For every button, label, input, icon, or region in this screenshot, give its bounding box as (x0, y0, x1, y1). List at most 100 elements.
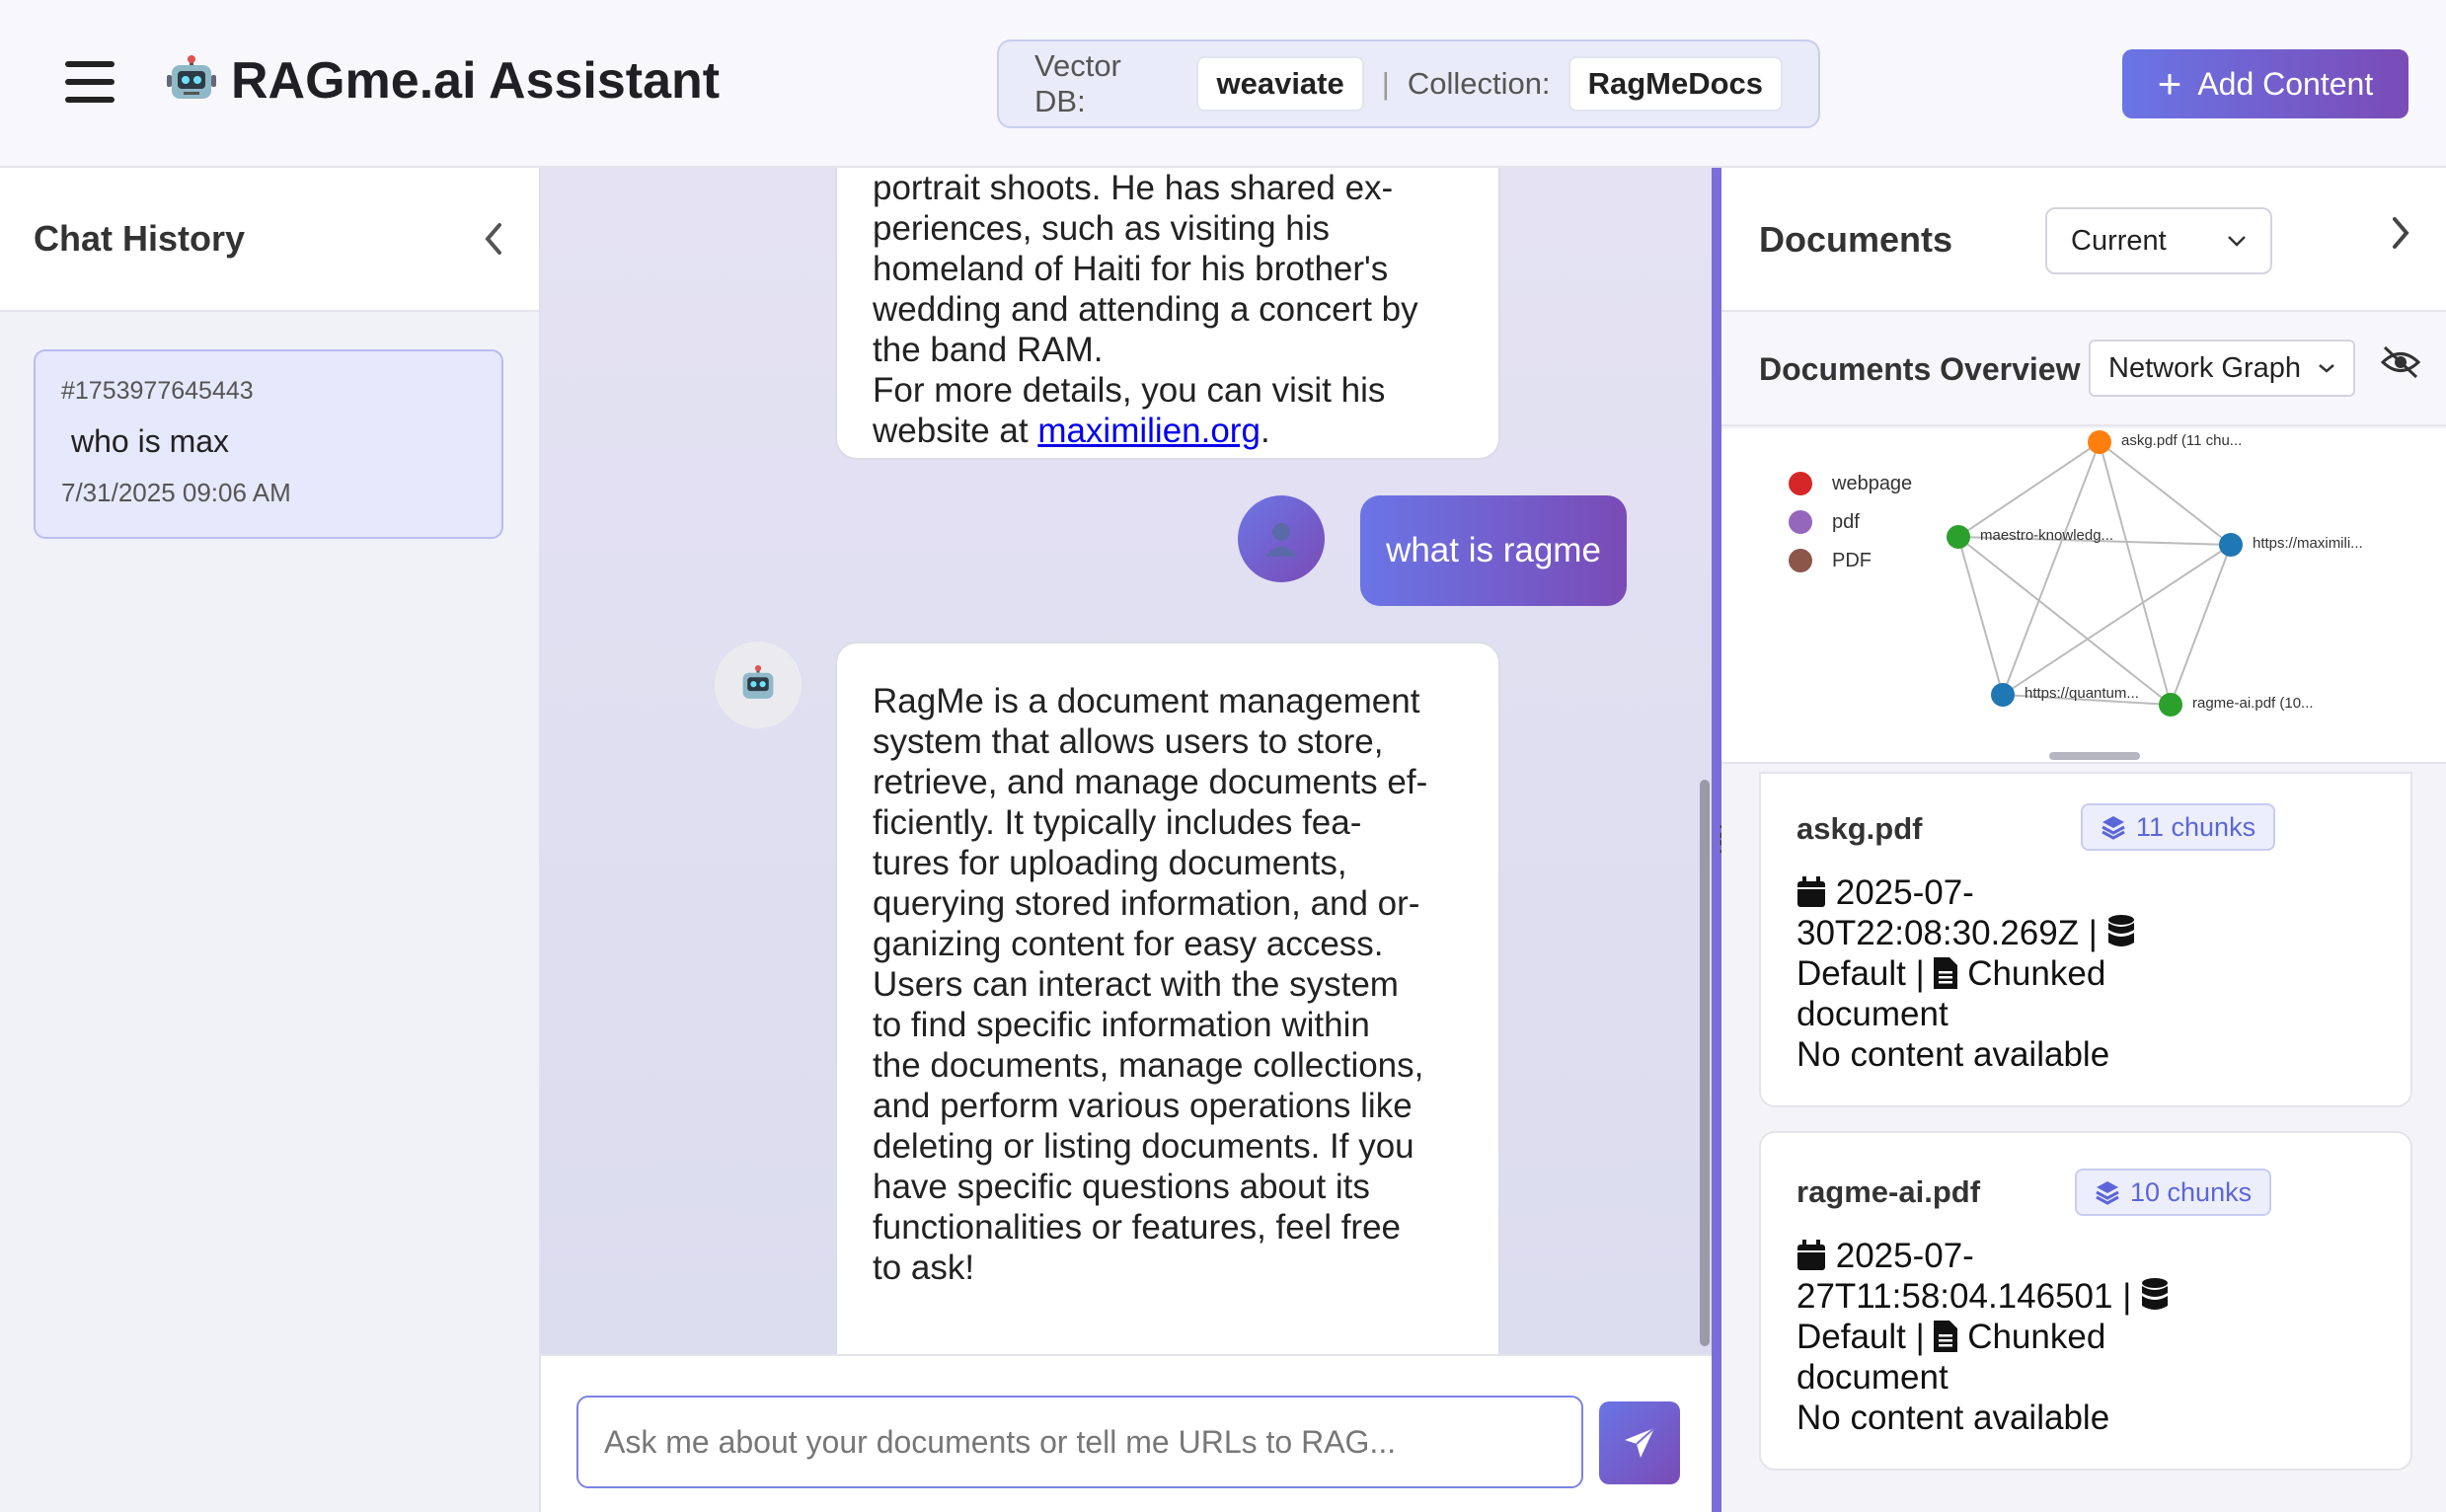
document-name: ragme-ai.pdf (1796, 1174, 1981, 1209)
graph-edges (1947, 430, 2243, 717)
documents-panel: Documents Current Documents Overview Net… (1721, 168, 2446, 1512)
chat-input[interactable]: Ask me about your documents or tell me U… (576, 1396, 1583, 1488)
document-date: 30T22:08:30.269Z | (1796, 914, 2098, 952)
chat-history-item[interactable]: #1753977645443 who is max 7/31/2025 09:0… (34, 349, 503, 539)
document-collection: Default | (1796, 1318, 1925, 1356)
overview-view-value: Network Graph (2108, 351, 2302, 384)
chat-input-bar: Ask me about your documents or tell me U… (541, 1354, 1712, 1512)
documents-title: Documents (1759, 219, 1953, 260)
calendar-icon (1797, 1240, 1825, 1270)
document-collection: Default | (1796, 954, 1925, 993)
graph-node-label: maestro-knowledg... (1980, 527, 2114, 544)
message-line: the documents, manage collections, (873, 1046, 1424, 1085)
document-filter-value: Current (2071, 224, 2167, 257)
graph-node-label: https://maximili... (2253, 535, 2363, 552)
add-content-label: Add Content (2197, 65, 2374, 102)
assistant-message: portrait shoots. He has shared ex- perie… (835, 168, 1500, 460)
collection-value: RagMeDocs (1567, 56, 1783, 112)
graph-node[interactable] (2219, 533, 2243, 557)
document-filter-select[interactable]: Current (2045, 207, 2272, 274)
message-line: have specific questions about its (873, 1168, 1370, 1206)
meta-line: 27T11:58:04.146501 | (1796, 1276, 2211, 1317)
vector-db-value: weaviate (1196, 56, 1364, 112)
network-graph[interactable]: webpage pdf PDF askg.pdf (11 chu... maes… (1721, 428, 2446, 764)
link-prefix: website at (873, 412, 1038, 450)
chat-scrollbar[interactable] (1700, 780, 1710, 1346)
overview-title: Documents Overview (1759, 351, 2081, 387)
message-line: tures for uploading documents, (873, 844, 1347, 882)
meta-line: document (1796, 1358, 1949, 1397)
message-line: deleting or listing documents. If you (873, 1127, 1414, 1166)
graph-node[interactable] (1991, 683, 2015, 707)
meta-line: 30T22:08:30.269Z | (1796, 913, 2211, 953)
layers-icon (2096, 1181, 2119, 1205)
chevron-down-icon (2319, 364, 2334, 373)
graph-node-label: https://quantum... (2025, 685, 2139, 702)
message-line: system that allows users to store, (873, 722, 1384, 761)
overview-view-select[interactable]: Network Graph (2089, 340, 2355, 397)
pill-separator: | (1381, 66, 1390, 101)
graph-node[interactable] (2088, 430, 2111, 454)
document-content: No content available (1796, 1035, 2110, 1074)
website-link[interactable]: maximilien.org (1037, 412, 1261, 450)
graph-resize-handle[interactable] (2049, 752, 2140, 760)
link-suffix: . (1260, 412, 1270, 450)
document-date: 27T11:58:04.146501 | (1796, 1277, 2132, 1316)
document-date: 2025-07- (1835, 1237, 1974, 1275)
document-date: 2025-07- (1835, 873, 1974, 912)
message-line: ficiently. It typically includes fea- (873, 803, 1362, 842)
message-line: the band RAM. (873, 331, 1104, 369)
message-line: homeland of Haiti for his brother's (873, 250, 1389, 288)
plus-icon: + (2157, 60, 2182, 107)
message-line: RagMe is a document management (873, 682, 1420, 720)
chat-date: 7/31/2025 09:06 AM (61, 478, 291, 507)
message-line: Users can interact with the system (873, 965, 1399, 1004)
message-line: to ask! (873, 1248, 975, 1287)
meta-line: document (1796, 995, 1949, 1033)
graph-node-label: ragme-ai.pdf (10... (2192, 695, 2314, 712)
robot-icon (167, 55, 216, 99)
chat-id: #1753977645443 (61, 377, 254, 405)
document-meta: 2025-07- 30T22:08:30.269Z | Default | Ch… (1796, 872, 2211, 1075)
message-line: functionalities or features, feel free (873, 1208, 1402, 1247)
chunks-count: 11 chunks (2136, 811, 2256, 842)
bot-avatar (715, 642, 802, 728)
sidebar-header: Chat History (0, 168, 539, 312)
calendar-icon (1797, 876, 1825, 907)
message-line: website at maximilien.org. (873, 411, 1463, 451)
document-type: Chunked (1967, 954, 2106, 993)
robot-icon (742, 665, 774, 699)
message-line: ganizing content for easy access. (873, 925, 1384, 963)
graph-node[interactable] (1947, 525, 1970, 549)
message-line: portrait shoots. He has shared ex- (873, 169, 1394, 207)
menu-icon[interactable] (65, 61, 115, 103)
message-line: wedding and attending a concert by (873, 290, 1418, 329)
chevron-down-icon (2228, 236, 2246, 247)
overview-header: Documents Overview Network Graph (1721, 312, 2446, 426)
collection-label: Collection: (1407, 66, 1551, 101)
chevron-left-icon[interactable] (482, 221, 505, 257)
meta-line: Default | Chunked (1796, 953, 2211, 994)
hide-eye-icon[interactable] (2381, 345, 2420, 379)
add-content-button[interactable]: + Add Content (2122, 49, 2408, 118)
database-icon (2107, 915, 2134, 946)
chat-title: who is max (71, 423, 230, 459)
message-line: periences, such as visiting his (873, 209, 1330, 248)
documents-header: Documents Current (1721, 168, 2446, 312)
app-title: RAGme.ai Assistant (166, 51, 720, 111)
app-title-text: RAGme.ai Assistant (231, 52, 721, 110)
file-icon (1934, 1321, 1958, 1352)
vector-db-label: Vector DB: (1034, 48, 1121, 118)
send-button[interactable] (1599, 1401, 1680, 1484)
document-card[interactable]: askg.pdf 11 chunks 2025-07- 30T22:08:30.… (1759, 772, 2412, 1107)
send-icon (1625, 1427, 1655, 1458)
chevron-right-icon[interactable] (2389, 215, 2412, 251)
message-line: For more details, you can visit his (873, 371, 1386, 410)
graph-node[interactable] (2159, 693, 2182, 717)
message-line: to find specific information within (873, 1006, 1370, 1044)
chat-history-sidebar: Chat History #1753977645443 who is max 7… (0, 168, 541, 1512)
user-icon (1265, 523, 1297, 557)
meta-line: 2025-07- (1796, 1236, 2211, 1276)
message-line: retrieve, and manage documents ef- (873, 763, 1428, 801)
document-card[interactable]: ragme-ai.pdf 10 chunks 2025-07- 27T11:58… (1759, 1131, 2412, 1471)
